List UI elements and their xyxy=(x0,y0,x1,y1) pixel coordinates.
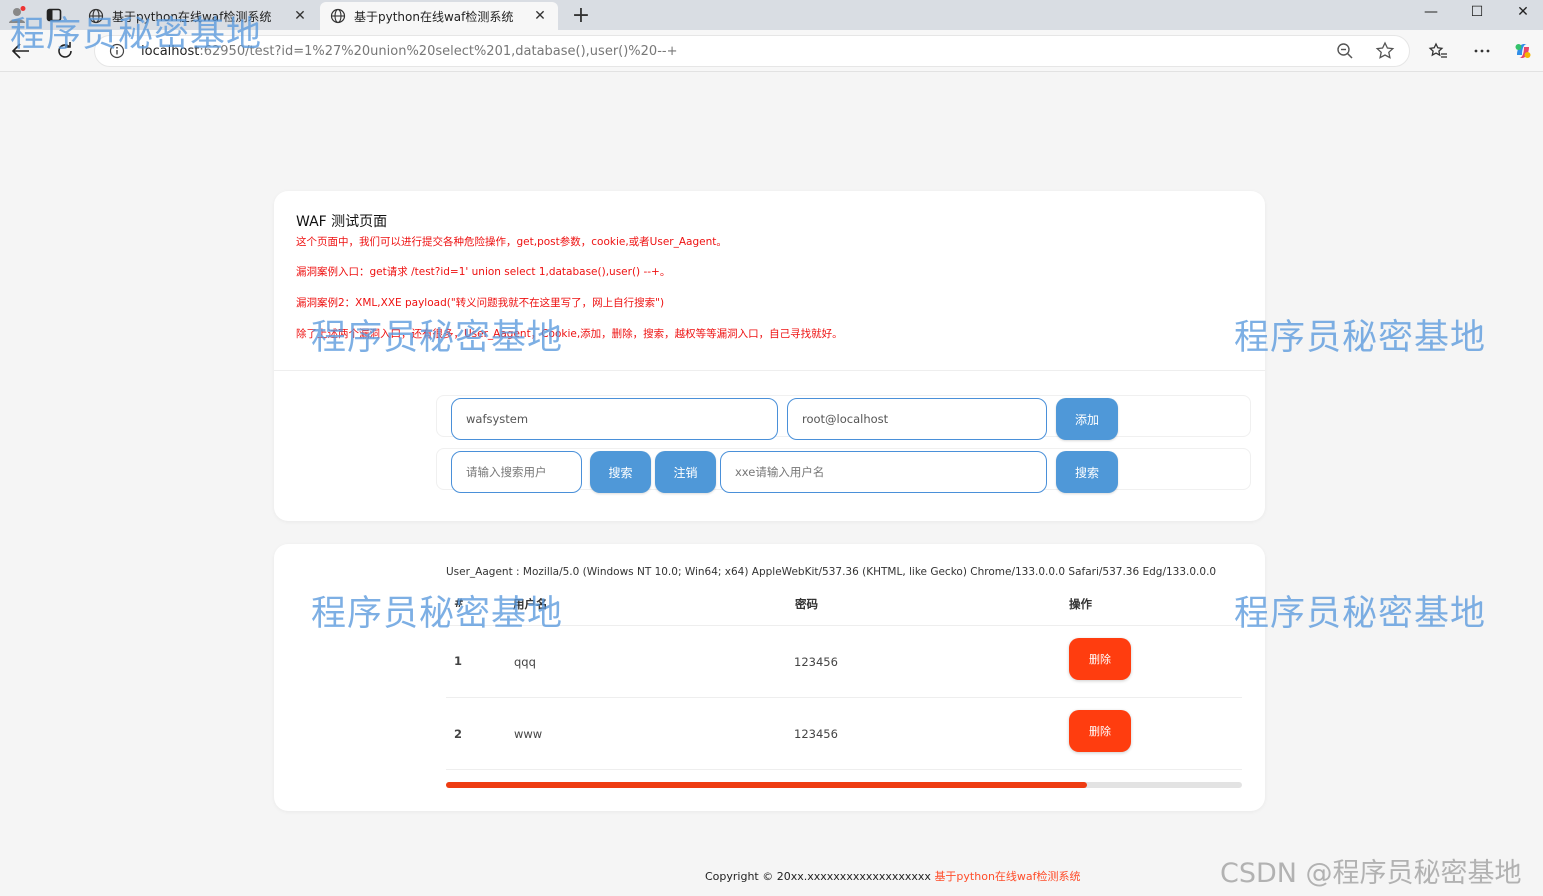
table-header-action: 操作 xyxy=(1069,597,1092,611)
search-button[interactable]: 搜索 xyxy=(590,451,651,493)
table-cell-username: qqq xyxy=(514,655,536,669)
username-input[interactable] xyxy=(451,398,778,440)
watermark-text: 程序员秘密基地 xyxy=(1234,318,1487,358)
delete-button[interactable]: 删除 xyxy=(1069,710,1131,752)
favorite-star-icon[interactable] xyxy=(1375,41,1395,61)
watermark-text: 程序员秘密基地 xyxy=(10,15,263,55)
table-header-password: 密码 xyxy=(795,597,818,611)
xxe-search-button[interactable]: 搜索 xyxy=(1056,451,1118,493)
scrollbar-thumb[interactable] xyxy=(446,782,1087,788)
note-line: 这个页面中，我们可以进行提交各种危险操作，get,post参数，cookie,或… xyxy=(296,236,727,248)
csdn-watermark: CSDN @程序员秘密基地 xyxy=(1220,858,1522,889)
watermark-text: 程序员秘密基地 xyxy=(1234,594,1487,634)
close-window-button[interactable]: ✕ xyxy=(1513,4,1533,20)
table-divider xyxy=(446,625,1242,626)
copilot-icon[interactable] xyxy=(1513,41,1533,61)
tab-title: 基于python在线waf检测系统 xyxy=(354,9,514,24)
page-title: WAF 测试页面 xyxy=(296,214,388,230)
close-tab-icon[interactable]: ✕ xyxy=(292,8,308,24)
table-horizontal-scrollbar[interactable] xyxy=(446,782,1242,788)
watermark-text: 程序员秘密基地 xyxy=(311,594,564,634)
note-line: 漏洞案例入口：get请求 /test?id=1' union select 1,… xyxy=(296,266,671,278)
footer-link[interactable]: 基于python在线waf检测系统 xyxy=(934,870,1080,883)
user-agent-text: User_Aagent : Mozilla/5.0 (Windows NT 10… xyxy=(446,566,1217,578)
xxe-username-input[interactable] xyxy=(720,451,1047,493)
more-menu-icon[interactable] xyxy=(1472,41,1492,61)
globe-icon xyxy=(330,8,346,24)
table-divider xyxy=(446,769,1242,770)
table-cell-password: 123456 xyxy=(794,727,838,741)
url-bar[interactable]: localhost:62950/test?id=1%27%20union%20s… xyxy=(94,35,1410,67)
watermark-text: 程序员秘密基地 xyxy=(311,318,564,358)
zoom-out-icon[interactable] xyxy=(1335,41,1355,61)
minimize-button[interactable]: — xyxy=(1421,4,1441,20)
add-user-button[interactable]: 添加 xyxy=(1056,398,1118,440)
new-tab-button[interactable]: + xyxy=(570,3,592,28)
table-cell-password: 123456 xyxy=(794,655,838,669)
table-cell-id: 1 xyxy=(454,654,463,668)
card-divider xyxy=(274,370,1265,371)
note-line: 漏洞案例2：XML,XXE payload("转义问题我就不在这里写了，网上自行… xyxy=(296,297,665,309)
footer-copyright: Copyright © 20xx.xxxxxxxxxxxxxxxxxxx 基于p… xyxy=(705,870,1081,883)
search-input[interactable] xyxy=(451,451,582,493)
logout-button[interactable]: 注销 xyxy=(655,451,716,493)
delete-button[interactable]: 删除 xyxy=(1069,638,1131,680)
maximize-button[interactable]: ☐ xyxy=(1467,4,1487,20)
table-cell-username: www xyxy=(514,727,543,741)
favorites-icon[interactable] xyxy=(1428,41,1448,61)
table-divider xyxy=(446,697,1242,698)
password-input[interactable] xyxy=(787,398,1047,440)
close-tab-icon[interactable]: ✕ xyxy=(532,8,548,24)
table-cell-id: 2 xyxy=(454,727,463,741)
tab-active[interactable]: 基于python在线waf检测系统 ✕ xyxy=(320,2,558,30)
